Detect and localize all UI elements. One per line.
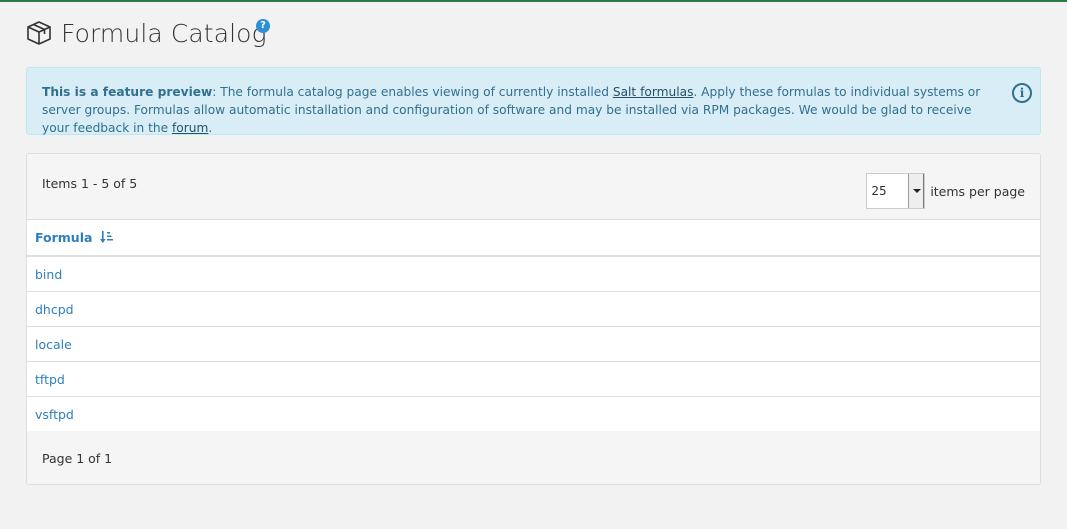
- top-accent-line: [0, 0, 1067, 2]
- formula-link[interactable]: tftpd: [35, 372, 65, 387]
- table-row: tftpd: [27, 362, 1040, 397]
- info-icon: i: [1012, 83, 1032, 103]
- alert-strong: This is a feature preview: [42, 85, 213, 99]
- table-row: dhcpd: [27, 292, 1040, 327]
- page-indicator: Page 1 of 1: [42, 451, 113, 466]
- items-count: Items 1 - 5 of 5: [42, 176, 138, 191]
- list-footer: Page 1 of 1: [27, 431, 1040, 484]
- formula-rows: bind dhcpd locale tftpd vsftpd: [27, 257, 1040, 432]
- package-icon: [27, 21, 51, 45]
- help-icon[interactable]: ?: [256, 19, 270, 33]
- salt-formulas-link[interactable]: Salt formulas: [613, 85, 694, 99]
- table-row: bind: [27, 257, 1040, 292]
- formula-link[interactable]: bind: [35, 267, 62, 282]
- sort-ascending-icon[interactable]: [99, 230, 114, 244]
- alert-text: This is a feature preview: The formula c…: [42, 85, 980, 135]
- column-header-formula[interactable]: Formula: [27, 220, 1040, 257]
- page-title: Formula Catalog: [61, 18, 267, 48]
- formula-list-panel: Items 1 - 5 of 5 25 items per page Formu…: [26, 153, 1041, 485]
- table-row: locale: [27, 327, 1040, 362]
- per-page-control: 25 items per page: [866, 173, 1025, 209]
- formula-link[interactable]: dhcpd: [35, 302, 74, 317]
- table-row: vsftpd: [27, 397, 1040, 432]
- alert-text-3: .: [208, 121, 213, 135]
- items-per-page-value: 25: [871, 184, 887, 198]
- items-per-page-select[interactable]: 25: [866, 173, 926, 209]
- chevron-down-icon[interactable]: [908, 174, 925, 208]
- list-header: Items 1 - 5 of 5 25 items per page: [27, 154, 1040, 220]
- formula-link[interactable]: vsftpd: [35, 407, 74, 422]
- alert-text-1: : The formula catalog page enables viewi…: [212, 85, 613, 99]
- forum-link[interactable]: forum: [172, 121, 208, 135]
- column-header-label: Formula: [35, 230, 93, 245]
- feature-preview-alert: This is a feature preview: The formula c…: [26, 67, 1041, 135]
- page-header: Formula Catalog: [26, 16, 267, 50]
- items-per-page-label: items per page: [930, 183, 1025, 199]
- formula-link[interactable]: locale: [35, 337, 72, 352]
